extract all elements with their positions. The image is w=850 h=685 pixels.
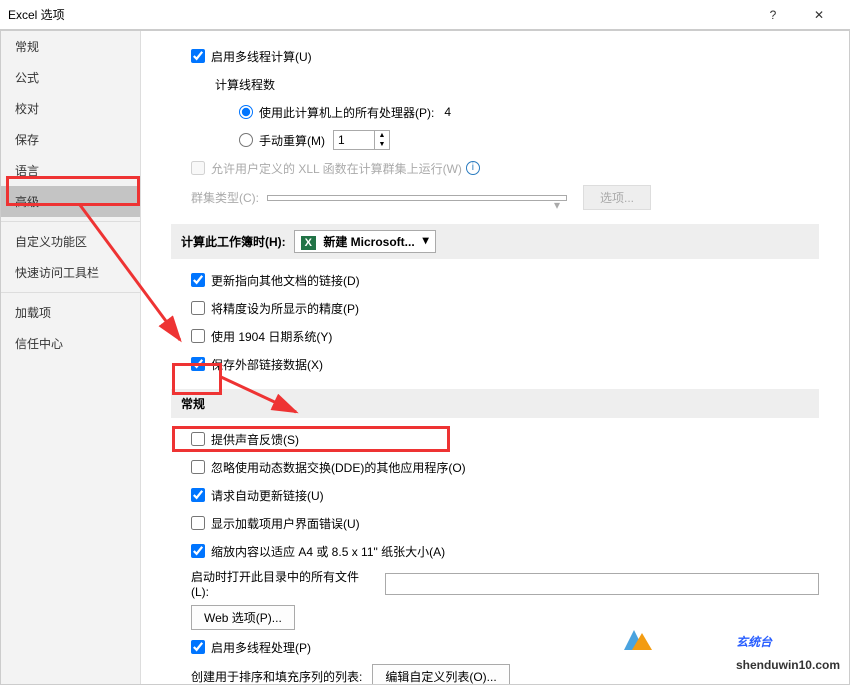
- checkbox-update-links[interactable]: [191, 273, 205, 287]
- label-ask-update: 请求自动更新链接(U): [211, 487, 324, 504]
- spinner-up-icon[interactable]: ▲: [375, 131, 389, 140]
- label-create-list: 创建用于排序和填充序列的列表:: [191, 668, 362, 684]
- window-title: Excel 选项: [8, 6, 750, 23]
- dropdown-workbook[interactable]: X 新建 Microsoft...: [294, 230, 436, 253]
- input-startup-path[interactable]: [385, 573, 819, 595]
- help-button[interactable]: ?: [750, 0, 796, 30]
- checkbox-sound[interactable]: [191, 432, 205, 446]
- label-calc-threads: 计算线程数: [215, 73, 819, 95]
- label-calc-workbook: 计算此工作簿时(H):: [181, 233, 286, 250]
- row-multithread-proc: 启用多线程处理(P): [191, 636, 819, 658]
- label-scale-a4: 缩放内容以适应 A4 或 8.5 x 11" 纸张大小(A): [211, 543, 445, 560]
- sidebar: 常规 公式 校对 保存 语言 高级 自定义功能区 快速访问工具栏 加载项 信任中…: [1, 31, 141, 684]
- label-show-errors: 显示加载项用户界面错误(U): [211, 515, 360, 532]
- processor-count: 4: [444, 105, 451, 119]
- label-manual: 手动重算(M): [259, 132, 325, 149]
- sidebar-item-language[interactable]: 语言: [1, 155, 140, 186]
- row-scale-a4: 缩放内容以适应 A4 或 8.5 x 11" 纸张大小(A): [191, 540, 819, 562]
- checkbox-multithread-proc[interactable]: [191, 640, 205, 654]
- sidebar-item-addins[interactable]: 加载项: [1, 297, 140, 328]
- watermark-logo-icon: [614, 625, 654, 655]
- label-multithread-calc: 启用多线程计算(U): [211, 48, 312, 65]
- label-save-external: 保存外部链接数据(X): [211, 356, 323, 373]
- label-ignore-dde: 忽略使用动态数据交换(DDE)的其他应用程序(O): [211, 459, 466, 476]
- sidebar-item-proofing[interactable]: 校对: [1, 93, 140, 124]
- row-ignore-dde: 忽略使用动态数据交换(DDE)的其他应用程序(O): [191, 456, 819, 478]
- sidebar-item-formulas[interactable]: 公式: [1, 62, 140, 93]
- row-1904: 使用 1904 日期系统(Y): [191, 325, 819, 347]
- section-general: 常规: [171, 389, 819, 418]
- checkbox-show-errors[interactable]: [191, 516, 205, 530]
- excel-icon: X: [301, 236, 316, 250]
- titlebar: Excel 选项 ? ✕: [0, 0, 850, 30]
- checkbox-save-external[interactable]: [191, 357, 205, 371]
- row-allow-xll: 允许用户定义的 XLL 函数在计算群集上运行(W) i: [191, 157, 819, 179]
- edit-custom-list-button[interactable]: 编辑自定义列表(O)...: [372, 664, 509, 684]
- sidebar-item-advanced[interactable]: 高级: [1, 186, 140, 217]
- sidebar-item-customize-ribbon[interactable]: 自定义功能区: [1, 226, 140, 257]
- spinner-manual: ▲ ▼: [333, 130, 390, 150]
- dropdown-cluster-type: [267, 195, 567, 201]
- row-manual: 手动重算(M) ▲ ▼: [239, 129, 819, 151]
- workbook-name: 新建 Microsoft...: [323, 235, 414, 249]
- cluster-options-button: 选项...: [583, 185, 651, 210]
- spinner-down-icon[interactable]: ▼: [375, 140, 389, 149]
- label-general: 常规: [181, 395, 205, 412]
- label-sound: 提供声音反馈(S): [211, 431, 299, 448]
- row-ask-update: 请求自动更新链接(U): [191, 484, 819, 506]
- row-cluster-type: 群集类型(C): 选项...: [191, 185, 819, 210]
- row-precision-displayed: 将精度设为所显示的精度(P): [191, 297, 819, 319]
- checkbox-ask-update[interactable]: [191, 488, 205, 502]
- row-use-all-processors: 使用此计算机上的所有处理器(P): 4: [239, 101, 819, 123]
- row-startup: 启动时打开此目录中的所有文件(L):: [191, 568, 819, 599]
- checkbox-multithread-calc[interactable]: [191, 49, 205, 63]
- sidebar-separator: [1, 292, 140, 293]
- label-multithread-proc: 启用多线程处理(P): [211, 639, 311, 656]
- radio-manual[interactable]: [239, 133, 253, 147]
- row-show-errors: 显示加载项用户界面错误(U): [191, 512, 819, 534]
- label-startup: 启动时打开此目录中的所有文件(L):: [191, 568, 375, 599]
- content-panel[interactable]: 启用多线程计算(U) 计算线程数 使用此计算机上的所有处理器(P): 4 手动重…: [141, 31, 849, 684]
- dialog-body: 常规 公式 校对 保存 语言 高级 自定义功能区 快速访问工具栏 加载项 信任中…: [0, 30, 850, 685]
- checkbox-scale-a4[interactable]: [191, 544, 205, 558]
- row-save-external: 保存外部链接数据(X): [191, 353, 819, 375]
- radio-all-processors[interactable]: [239, 105, 253, 119]
- sidebar-item-general[interactable]: 常规: [1, 31, 140, 62]
- row-create-list: 创建用于排序和填充序列的列表: 编辑自定义列表(O)...: [191, 664, 819, 684]
- label-cluster-type: 群集类型(C):: [191, 189, 259, 206]
- label-allow-xll: 允许用户定义的 XLL 函数在计算群集上运行(W): [211, 160, 462, 177]
- row-multithread-calc: 启用多线程计算(U): [191, 45, 819, 67]
- sidebar-item-save[interactable]: 保存: [1, 124, 140, 155]
- spinner-input[interactable]: [334, 131, 374, 149]
- checkbox-1904[interactable]: [191, 329, 205, 343]
- checkbox-precision[interactable]: [191, 301, 205, 315]
- row-web-options: Web 选项(P)...: [191, 605, 819, 630]
- sidebar-item-quick-access[interactable]: 快速访问工具栏: [1, 257, 140, 288]
- label-update-links: 更新指向其他文档的链接(D): [211, 272, 360, 289]
- web-options-button[interactable]: Web 选项(P)...: [191, 605, 295, 630]
- sidebar-item-trust-center[interactable]: 信任中心: [1, 328, 140, 359]
- sidebar-separator: [1, 221, 140, 222]
- info-icon[interactable]: i: [466, 161, 480, 175]
- row-update-links: 更新指向其他文档的链接(D): [191, 269, 819, 291]
- checkbox-allow-xll: [191, 161, 205, 175]
- label-1904: 使用 1904 日期系统(Y): [211, 328, 332, 345]
- section-calc-workbook: 计算此工作簿时(H): X 新建 Microsoft...: [171, 224, 819, 259]
- checkbox-ignore-dde[interactable]: [191, 460, 205, 474]
- label-precision: 将精度设为所显示的精度(P): [211, 300, 359, 317]
- row-sound: 提供声音反馈(S): [191, 428, 819, 450]
- watermark-text: 玄统台 shenduwin10.com: [736, 629, 840, 675]
- close-button[interactable]: ✕: [796, 0, 842, 30]
- label-all-processors: 使用此计算机上的所有处理器(P):: [259, 104, 434, 121]
